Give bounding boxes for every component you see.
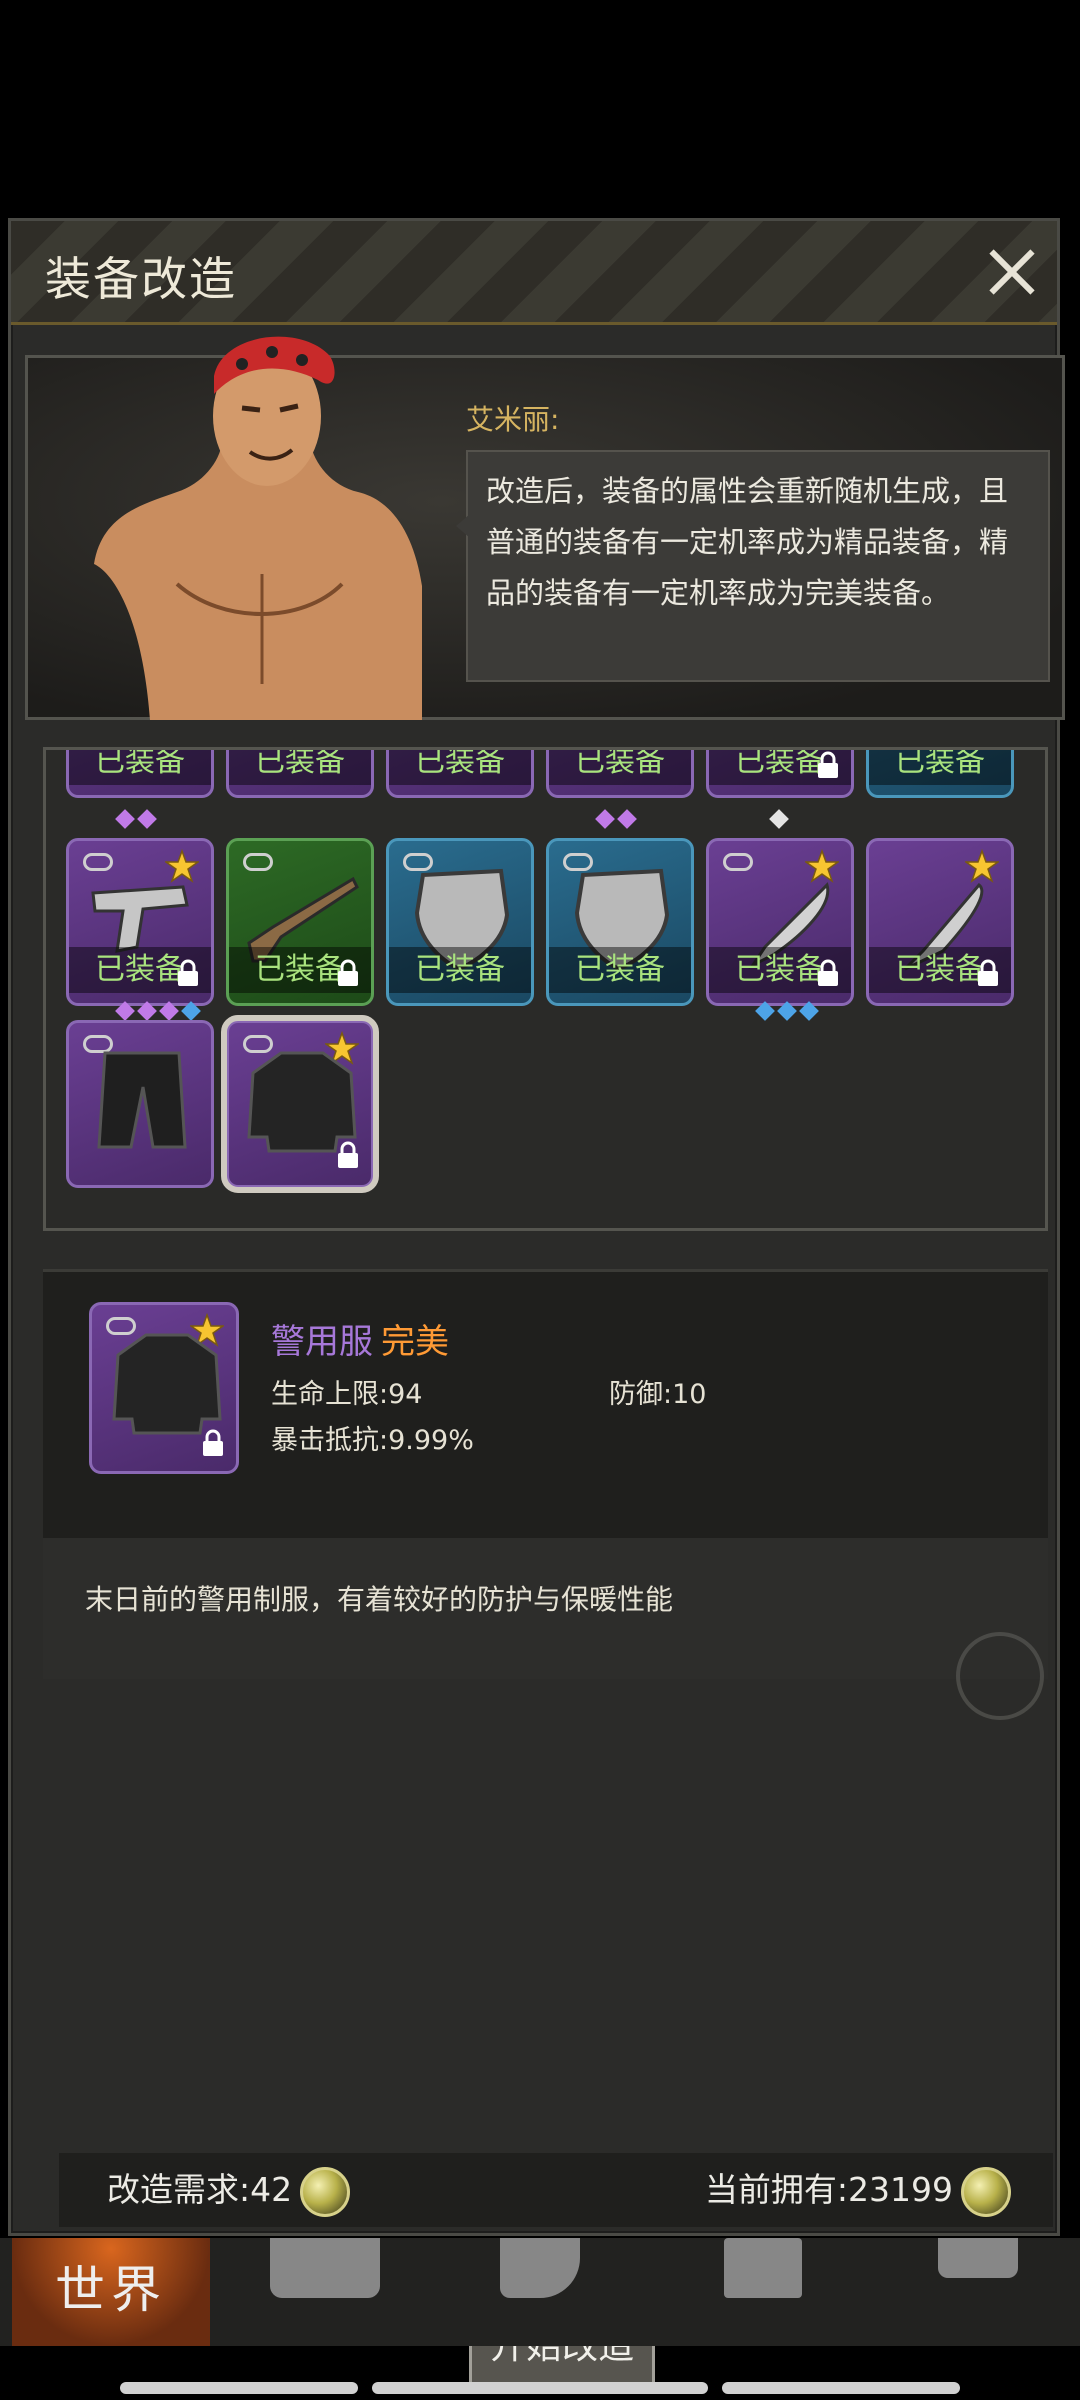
blue-gem-icon — [181, 1001, 201, 1021]
character-icon[interactable] — [500, 2238, 580, 2298]
cost-bar: 改造需求:42 当前拥有:23199 — [59, 2153, 1053, 2227]
pistol-slot[interactable]: 已装备 — [66, 838, 214, 1006]
npc-speech-bubble: 改造后，装备的属性会重新随机生成，且 普通的装备有一定机率成为精品装备，精 品的… — [456, 450, 1050, 682]
bottom-nav: 世界 — [0, 2238, 1080, 2346]
lock-icon — [818, 959, 838, 986]
equipped-label: 已装备 — [389, 947, 531, 993]
equipment-slot[interactable]: 已装备 — [386, 750, 534, 798]
equipped-label: 已装备 — [389, 750, 531, 785]
item-detail-panel: 警用服 完美 生命上限:94 防御:10 暴击抵抗:9.99% 末日前的警用制服，… — [43, 1269, 1048, 1720]
lock-icon — [338, 959, 358, 986]
lock-icon — [178, 959, 198, 986]
coin-icon — [300, 2166, 351, 2217]
crafting-icon[interactable] — [724, 2238, 802, 2298]
speech-line-3: 品的装备有一定机率成为完美装备。 — [486, 576, 951, 610]
white-gem-icon — [769, 809, 789, 829]
item-detail-header: 警用服 完美 生命上限:94 防御:10 暴击抵抗:9.99% — [43, 1272, 1048, 1538]
npc-name: 艾米丽: — [466, 403, 560, 436]
owned-coins: 当前拥有:23199 — [705, 2163, 1011, 2217]
radiation-icon — [956, 1632, 1044, 1720]
machete-slot[interactable]: 已装备 — [706, 838, 854, 1006]
gem-row — [769, 809, 789, 829]
lock-icon — [818, 751, 838, 778]
dialog-title: 装备改造 — [45, 252, 237, 306]
equipment-grid[interactable]: 已装备 已装备 已装备 已装备 已装备 已装备 已装备 已装备 已装备 已装备 … — [43, 747, 1048, 1231]
purple-gem-icon — [137, 1001, 157, 1021]
lock-icon — [338, 1141, 358, 1168]
gem-row — [115, 809, 157, 829]
item-quality: 完美 — [381, 1322, 449, 1362]
backpack-icon[interactable] — [270, 2238, 380, 2298]
item-description: 末日前的警用制服，有着较好的防护与保暖性能 — [85, 1583, 674, 1616]
speech-line-2: 普通的装备有一定机率成为精品装备，精 — [486, 525, 1009, 559]
gem-row — [755, 1001, 819, 1021]
owned-coins-text: 当前拥有:23199 — [704, 2170, 953, 2210]
blue-gem-icon — [755, 1001, 775, 1021]
vehicle-icon[interactable] — [938, 2238, 1018, 2278]
equipped-label: 已装备 — [229, 750, 371, 785]
purple-gem-icon — [595, 809, 615, 829]
shield-slot[interactable]: 已装备 — [386, 838, 534, 1006]
equipment-slot[interactable]: 已装备 — [546, 750, 694, 798]
purple-gem-icon — [159, 1001, 179, 1021]
purple-gem-icon — [137, 809, 157, 829]
stat-defense: 防御:10 — [609, 1379, 707, 1410]
close-icon[interactable] — [979, 239, 1043, 303]
system-nav-segment — [120, 2382, 358, 2394]
stat-hp: 生命上限:94 — [271, 1379, 423, 1410]
selected-item-icon — [89, 1302, 239, 1474]
jacket-icon — [112, 1333, 222, 1435]
purple-gem-icon — [617, 809, 637, 829]
shotgun-slot[interactable]: 已装备 — [226, 838, 374, 1006]
knife-slot[interactable]: 已装备 — [866, 838, 1014, 1006]
gem-row — [595, 809, 637, 829]
item-name: 警用服 — [271, 1322, 373, 1362]
dialog-header: 装备改造 — [11, 221, 1057, 325]
equipment-slot[interactable]: 已装备 — [706, 750, 854, 798]
equipment-modify-dialog: 装备改造 艾米丽: 改造后，装备的属性会重新随机生成，且 普通的装备有一定机率成… — [8, 218, 1065, 2385]
purple-gem-icon — [115, 809, 135, 829]
nav-world-tab[interactable]: 世界 — [12, 2238, 210, 2346]
system-nav-segment — [722, 2382, 960, 2394]
equipped-label: 已装备 — [549, 947, 691, 993]
item-name-line: 警用服 完美 — [271, 1314, 449, 1363]
shield-slot[interactable]: 已装备 — [546, 838, 694, 1006]
equipment-slot[interactable]: 已装备 — [866, 750, 1014, 798]
lock-icon — [203, 1429, 223, 1456]
coin-icon — [961, 2166, 1011, 2217]
npc-portrait — [94, 336, 422, 720]
lock-icon — [978, 959, 998, 986]
equipped-label: 已装备 — [69, 750, 211, 785]
npc-panel: 艾米丽: 改造后，装备的属性会重新随机生成，且 普通的装备有一定机率成为精品装备… — [25, 336, 1065, 720]
system-nav-segment — [372, 2382, 708, 2394]
required-cost-text: 改造需求:42 — [107, 2170, 293, 2210]
pants-icon — [97, 1051, 187, 1149]
equipped-label: 已装备 — [869, 750, 1011, 785]
blue-gem-icon — [799, 1001, 819, 1021]
required-cost: 改造需求:42 — [107, 2163, 351, 2217]
equipment-slot[interactable]: 已装备 — [66, 750, 214, 798]
gem-row — [115, 1001, 201, 1021]
equipped-label: 已装备 — [549, 750, 691, 785]
equipment-slot[interactable]: 已装备 — [226, 750, 374, 798]
jacket-icon — [247, 1051, 357, 1153]
jacket-slot-selected[interactable] — [221, 1015, 379, 1193]
pants-slot[interactable] — [66, 1020, 214, 1188]
stat-crit-resist: 暴击抵抗:9.99% — [271, 1425, 474, 1456]
blue-gem-icon — [777, 1001, 797, 1021]
speech-line-1: 改造后，装备的属性会重新随机生成，且 — [486, 474, 1009, 508]
purple-gem-icon — [115, 1001, 135, 1021]
